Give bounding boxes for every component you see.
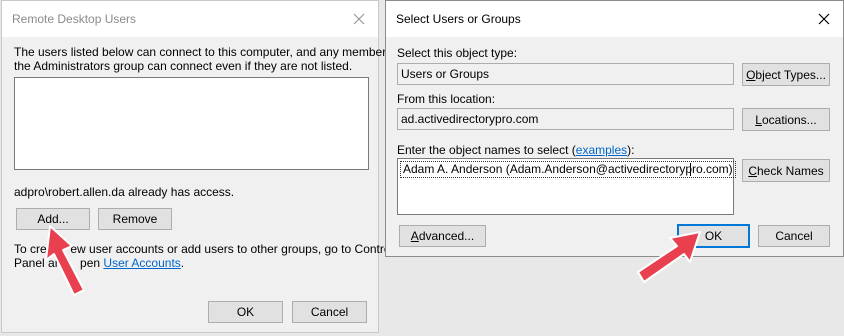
advanced-label: Advanced... [410,229,475,243]
red-arrow-annotation [637,231,701,283]
object-names-value: Adam A. Anderson (Adam.Anderson@activedi… [400,161,736,178]
dialog-title: Remote Desktop Users [12,12,137,26]
intro-text-line-1: The users listed below can connect to th… [14,45,406,59]
object-types-button[interactable]: Object Types... [742,63,830,86]
cancel-button[interactable]: Cancel [758,225,830,247]
object-names-label: Enter the object names to select (exampl… [397,143,634,157]
object-names-label-suffix: ): [627,143,635,157]
red-arrow-annotation [45,225,85,296]
advanced-button[interactable]: Advanced... [399,225,486,247]
user-accounts-link[interactable]: User Accounts [103,256,180,270]
users-list[interactable] [14,77,369,170]
access-status-text: adpro\robert.allen.da already has access… [14,185,235,199]
object-names-input[interactable]: Adam A. Anderson (Adam.Anderson@activedi… [397,158,736,215]
check-names-label: Check Names [748,163,824,178]
locations-label: Locations... [755,112,817,127]
cancel-button[interactable]: Cancel [292,301,367,323]
close-icon[interactable] [813,8,835,30]
object-names-label-prefix: Enter the object names to select ( [397,143,576,157]
title-bar: Remote Desktop Users [2,1,378,37]
locations-button[interactable]: Locations... [742,108,830,131]
remove-button[interactable]: Remove [98,208,172,230]
footer-text-end: . [180,256,185,270]
ok-button[interactable]: OK [208,301,283,323]
object-type-label: Select this object type: [397,46,518,60]
check-names-button[interactable]: Check Names [742,159,830,182]
title-bar: Select Users or Groups [386,1,843,37]
footer-text-line-2: Panel and pen User Accounts. [14,256,184,270]
dialog-title: Select Users or Groups [396,12,521,26]
select-users-or-groups-dialog: Select Users or Groups Select this objec… [385,0,844,257]
object-types-label: Object Types... [746,67,826,82]
footer-text-part: ew user accounts or add users to other g… [70,242,394,256]
location-label: From this location: [397,92,496,106]
intro-text-line-2: the Administrators group can connect eve… [14,59,353,73]
object-type-field: Users or Groups [397,63,734,85]
examples-link[interactable]: examples [576,143,627,157]
location-field: ad.activedirectorypro.com [397,108,734,130]
close-icon[interactable] [348,8,370,30]
text-caret [690,163,691,176]
